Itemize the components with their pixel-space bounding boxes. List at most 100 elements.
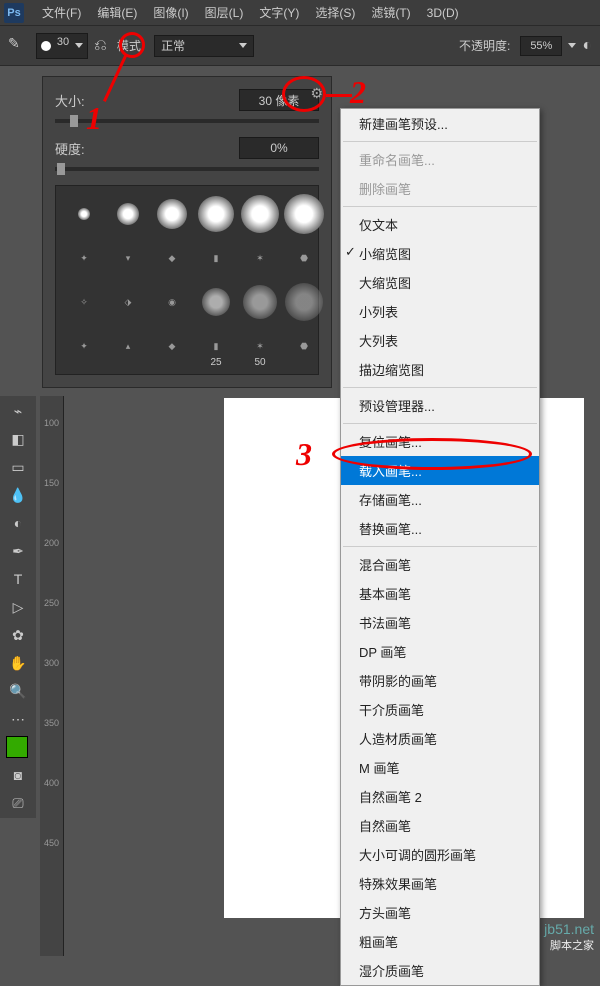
brush-preset[interactable]	[196, 194, 236, 234]
hardness-label: 硬度:	[55, 139, 115, 158]
menu-separator	[343, 387, 537, 388]
menu-item[interactable]: 自然画笔	[341, 811, 539, 840]
menu-item[interactable]: 带阴影的画笔	[341, 666, 539, 695]
brush-preset-picker[interactable]: 30	[36, 33, 88, 59]
brush-preset[interactable]	[196, 282, 236, 322]
hardness-slider[interactable]	[55, 167, 319, 171]
size-slider[interactable]	[55, 119, 319, 123]
brush-preset[interactable]: ▮25	[196, 326, 236, 366]
menu-layer[interactable]: 图层(L)	[197, 0, 252, 25]
edit-toolbar-icon[interactable]: ⋯	[3, 706, 33, 732]
ruler-tick: 450	[40, 836, 63, 848]
menu-item: 删除画笔	[341, 174, 539, 203]
menu-item[interactable]: 干介质画笔	[341, 695, 539, 724]
ruler-tick: 200	[40, 536, 63, 548]
brush-preset[interactable]: ▮	[196, 238, 236, 278]
menu-item[interactable]: 描边缩览图	[341, 355, 539, 384]
brush-preset[interactable]: ◆	[152, 238, 192, 278]
pressure-opacity-icon[interactable]: ◐	[582, 37, 592, 55]
menu-image[interactable]: 图像(I)	[145, 0, 196, 25]
brush-preset[interactable]: ✧	[64, 282, 104, 322]
menu-item[interactable]: 存储画笔...	[341, 485, 539, 514]
brush-preset[interactable]: ▴	[108, 326, 148, 366]
menu-item[interactable]: 自然画笔 2	[341, 782, 539, 811]
ruler-tick: 350	[40, 716, 63, 728]
menu-filter[interactable]: 滤镜(T)	[363, 0, 418, 25]
ruler-tick: 300	[40, 656, 63, 668]
menu-item[interactable]: 方头画笔	[341, 898, 539, 927]
brush-preset[interactable]: ✦	[64, 238, 104, 278]
menu-item[interactable]: 新建画笔预设...	[341, 109, 539, 138]
brush-preset[interactable]: ▾	[108, 238, 148, 278]
brush-preset[interactable]: ◆	[152, 326, 192, 366]
gradient-tool-icon[interactable]: ▭	[3, 454, 33, 480]
menu-item[interactable]: 小列表	[341, 297, 539, 326]
chevron-down-icon[interactable]	[568, 43, 576, 48]
brush-preset[interactable]: ✦	[64, 326, 104, 366]
menu-file[interactable]: 文件(F)	[34, 0, 89, 25]
quick-mask-icon[interactable]: ◙	[3, 762, 33, 788]
menu-item[interactable]: 替换画笔...	[341, 514, 539, 543]
menu-item[interactable]: DP 画笔	[341, 637, 539, 666]
menu-item[interactable]: 小缩览图	[341, 239, 539, 268]
blend-mode-select[interactable]: 正常	[154, 35, 254, 57]
zoom-tool-icon[interactable]: 🔍	[3, 678, 33, 704]
menu-item[interactable]: 复位画笔...	[341, 427, 539, 456]
shape-tool-icon[interactable]: ✿	[3, 622, 33, 648]
menu-item[interactable]: 湿介质画笔	[341, 956, 539, 985]
menu-item[interactable]: 书法画笔	[341, 608, 539, 637]
brush-preset[interactable]: ⬣	[284, 238, 324, 278]
opacity-value[interactable]: 55%	[520, 36, 562, 56]
brush-preset[interactable]	[284, 282, 324, 322]
menu-item[interactable]: 大小可调的圆形画笔	[341, 840, 539, 869]
brush-preset[interactable]	[284, 194, 324, 234]
menu-item[interactable]: 大缩览图	[341, 268, 539, 297]
menu-item[interactable]: 粗画笔	[341, 927, 539, 956]
brush-preset[interactable]	[240, 194, 280, 234]
tools-panel: ⌁ ◧ ▭ 💧 ◐ ✒ T ▷ ✿ ✋ 🔍 ⋯ ◙ ⎚	[0, 396, 36, 818]
menu-type[interactable]: 文字(Y)	[251, 0, 307, 25]
menu-item[interactable]: M 画笔	[341, 753, 539, 782]
brush-size-value: 30	[53, 36, 73, 56]
brush-preset[interactable]	[152, 194, 192, 234]
size-input[interactable]: 30 像素	[239, 89, 319, 111]
hand-tool-icon[interactable]: ✋	[3, 650, 33, 676]
brush-preset[interactable]	[240, 282, 280, 322]
foreground-color-swatch[interactable]	[6, 736, 28, 758]
menu-item: 重命名画笔...	[341, 145, 539, 174]
menu-item[interactable]: 特殊效果画笔	[341, 869, 539, 898]
pen-tool-icon[interactable]: ✒	[3, 538, 33, 564]
menu-item[interactable]: 仅文本	[341, 210, 539, 239]
eraser-tool-icon[interactable]: ◧	[3, 426, 33, 452]
brush-preset-grid: ✦ ▾ ◆ ▮ ✶ ⬣ ✧ ⬗ ◉ ✦ ▴ ◆ ▮25 ✶50 ⬣	[55, 185, 319, 375]
brush-panel-icon[interactable]: ⎌	[94, 37, 107, 55]
menu-item[interactable]: 基本画笔	[341, 579, 539, 608]
brush-preset[interactable]: ⬗	[108, 282, 148, 322]
menu-item[interactable]: 预设管理器...	[341, 391, 539, 420]
brush-preset[interactable]: ✶50	[240, 326, 280, 366]
menu-item[interactable]: 人造材质画笔	[341, 724, 539, 753]
brush-preset[interactable]: ✶	[240, 238, 280, 278]
gear-icon[interactable]: ⚙	[310, 85, 323, 102]
blur-tool-icon[interactable]: 💧	[3, 482, 33, 508]
type-tool-icon[interactable]: T	[3, 566, 33, 592]
brush-preset-panel: ⚙ 大小: 30 像素 硬度: 0% ✦ ▾ ◆ ▮ ✶ ⬣ ✧ ⬗ ◉ ✦ ▴…	[42, 76, 332, 388]
menu-edit[interactable]: 编辑(E)	[89, 0, 145, 25]
dodge-tool-icon[interactable]: ◐	[3, 510, 33, 536]
lasso-tool-icon[interactable]: ⌁	[3, 398, 33, 424]
menubar: Ps 文件(F) 编辑(E) 图像(I) 图层(L) 文字(Y) 选择(S) 滤…	[0, 0, 600, 26]
brush-preset[interactable]	[108, 194, 148, 234]
menu-item[interactable]: 大列表	[341, 326, 539, 355]
hardness-input[interactable]: 0%	[239, 137, 319, 159]
screen-mode-icon[interactable]: ⎚	[3, 790, 33, 816]
menu-select[interactable]: 选择(S)	[307, 0, 363, 25]
path-select-tool-icon[interactable]: ▷	[3, 594, 33, 620]
menu-item[interactable]: 载入画笔...	[341, 456, 539, 485]
brush-preset[interactable]	[64, 194, 104, 234]
menu-item[interactable]: 混合画笔	[341, 550, 539, 579]
brush-tool-icon[interactable]: ✎	[8, 35, 30, 57]
brush-preset[interactable]: ⬣	[284, 326, 324, 366]
menu-3d[interactable]: 3D(D)	[419, 2, 467, 24]
brush-preset[interactable]: ◉	[152, 282, 192, 322]
annotation-text-2: 2	[350, 74, 366, 111]
